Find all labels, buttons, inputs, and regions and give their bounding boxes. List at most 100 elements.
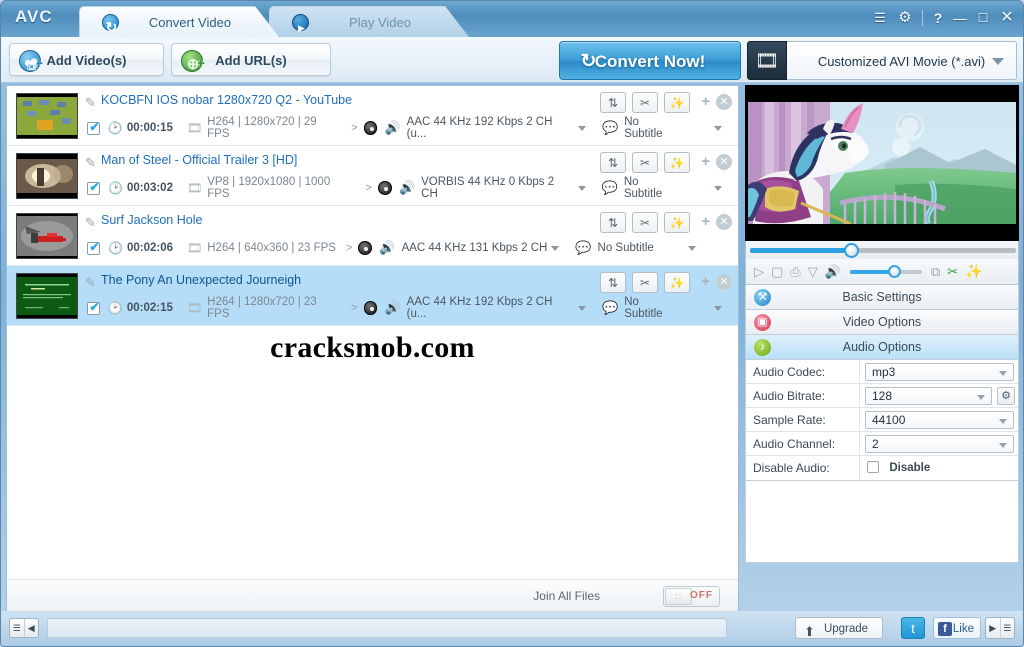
- speaker-icon: 🔊: [398, 180, 416, 195]
- effect-row-icon[interactable]: ✨: [664, 212, 690, 233]
- rename-icon[interactable]: ✎: [85, 155, 100, 170]
- tab-play-video[interactable]: Play Video: [269, 6, 469, 37]
- clock-icon: 🕑: [108, 241, 123, 255]
- add-row-icon[interactable]: +: [701, 94, 710, 109]
- sample-rate-select[interactable]: 44100: [865, 411, 1014, 429]
- audio-dropdown-icon[interactable]: [578, 305, 587, 311]
- collapse-left-icon[interactable]: ◀: [25, 619, 39, 637]
- cut-row-icon[interactable]: ✂: [632, 152, 658, 173]
- audio-dropdown-icon[interactable]: [578, 125, 587, 131]
- audio-dropdown-icon[interactable]: [551, 245, 560, 251]
- remove-row-icon[interactable]: ✕: [716, 274, 732, 290]
- toggle-state-label: OFF: [690, 590, 713, 601]
- subtitle-dropdown-icon[interactable]: [714, 185, 723, 191]
- audio-codec-select[interactable]: mp3: [865, 363, 1014, 381]
- convert-row-icon[interactable]: ⇅: [600, 92, 626, 113]
- file-title[interactable]: KOCBFN IOS nobar 1280x720 Q2 - YouTube: [101, 93, 352, 107]
- list-icon[interactable]: ☰: [872, 8, 888, 28]
- play-icon[interactable]: ▷: [754, 264, 764, 280]
- audio-bitrate-select[interactable]: 128: [865, 387, 992, 405]
- audio-codec-label: Audio Codec:: [746, 360, 860, 383]
- file-checkbox[interactable]: [87, 180, 101, 195]
- film-icon: 🎞: [187, 241, 203, 255]
- table-row[interactable]: ✎ KOCBFN IOS nobar 1280x720 Q2 - YouTube…: [7, 86, 738, 146]
- volume-icon[interactable]: 🔊: [825, 264, 841, 280]
- rename-icon[interactable]: ✎: [85, 215, 100, 230]
- convert-row-icon[interactable]: ⇅: [600, 272, 626, 293]
- expand-right-icon[interactable]: ▶: [986, 618, 1001, 638]
- seek-track[interactable]: [750, 248, 1016, 253]
- join-all-files-toggle[interactable]: ∷ OFF: [663, 586, 720, 607]
- file-list[interactable]: ✎ KOCBFN IOS nobar 1280x720 Q2 - YouTube…: [7, 86, 738, 580]
- seek-handle[interactable]: [844, 243, 859, 258]
- stop-icon[interactable]: ▢: [771, 264, 783, 280]
- effect-row-icon[interactable]: ✨: [664, 152, 690, 173]
- gear-icon[interactable]: ⚙: [897, 8, 913, 28]
- right-panel-toggle[interactable]: ▶ ☰: [985, 617, 1015, 639]
- add-video-button[interactable]: + Add Video(s): [9, 43, 164, 82]
- section-basic-settings[interactable]: ⚒ Basic Settings: [745, 285, 1019, 310]
- table-row[interactable]: ✎ Surf Jackson Hole 🕑 00:02:06 🎞 H264 | …: [7, 206, 738, 266]
- volume-handle[interactable]: [887, 264, 901, 278]
- disable-audio-checkbox[interactable]: [867, 461, 879, 473]
- table-row[interactable]: ✎ Man of Steel - Official Trailer 3 [HD]…: [7, 146, 738, 206]
- snapshot-icon[interactable]: ⎙: [790, 264, 800, 280]
- menu-icon[interactable]: ☰: [10, 619, 25, 637]
- tab-convert-video[interactable]: Convert Video: [79, 6, 279, 37]
- effect-row-icon[interactable]: ✨: [664, 272, 690, 293]
- cut-row-icon[interactable]: ✂: [632, 212, 658, 233]
- close-icon[interactable]: ✕: [999, 8, 1015, 28]
- snapshot-menu-icon[interactable]: ▽: [808, 264, 818, 280]
- left-panel-toggle[interactable]: ☰ ◀: [9, 618, 39, 638]
- file-checkbox[interactable]: [87, 240, 101, 255]
- cut-row-icon[interactable]: ✂: [632, 92, 658, 113]
- menu-icon[interactable]: ☰: [1001, 618, 1015, 638]
- upgrade-button[interactable]: ⬆ Upgrade: [795, 617, 883, 639]
- rename-icon[interactable]: ✎: [85, 275, 100, 290]
- fullscreen-icon[interactable]: ⧉: [931, 264, 940, 280]
- video-preview[interactable]: [745, 85, 1019, 241]
- audio-dropdown-icon[interactable]: [577, 185, 586, 191]
- audio-bitrate-settings-gear-icon[interactable]: ⚙: [997, 387, 1015, 405]
- convert-now-button[interactable]: ↻ Convert Now!: [559, 41, 741, 80]
- remove-row-icon[interactable]: ✕: [716, 94, 732, 110]
- film-icon: 🎞: [186, 121, 203, 135]
- rename-icon[interactable]: ✎: [85, 95, 100, 110]
- subtitle-dropdown-icon[interactable]: [687, 245, 696, 251]
- convert-row-icon[interactable]: ⇅: [600, 152, 626, 173]
- remove-row-icon[interactable]: ✕: [716, 154, 732, 170]
- seek-bar[interactable]: [745, 241, 1019, 259]
- add-row-icon[interactable]: +: [701, 154, 710, 169]
- remove-row-icon[interactable]: ✕: [716, 214, 732, 230]
- convert-row-icon[interactable]: ⇅: [600, 212, 626, 233]
- file-title[interactable]: Man of Steel - Official Trailer 3 [HD]: [101, 153, 297, 167]
- facebook-like-button[interactable]: f Like: [933, 617, 981, 639]
- subtitle-value: No Subtitle: [623, 176, 663, 200]
- help-icon[interactable]: ?: [932, 8, 944, 28]
- effect-row-icon[interactable]: ✨: [664, 92, 690, 113]
- table-row[interactable]: ✎ The Pony An Unexpected Journeigh 🕑 00:…: [7, 266, 738, 326]
- section-video-options[interactable]: ▣ Video Options: [745, 310, 1019, 335]
- minimize-icon[interactable]: —: [953, 8, 967, 28]
- output-profile-select[interactable]: Customized AVI Movie (*.avi): [787, 41, 1017, 80]
- file-checkbox[interactable]: [87, 300, 101, 315]
- subtitle-value: No Subtitle: [597, 242, 654, 254]
- trim-icon[interactable]: ✂: [947, 264, 958, 280]
- add-row-icon[interactable]: +: [701, 274, 710, 289]
- subtitle-dropdown-icon[interactable]: [714, 305, 722, 311]
- maximize-icon[interactable]: ☐: [976, 8, 990, 28]
- file-checkbox[interactable]: [87, 120, 101, 135]
- file-title[interactable]: The Pony An Unexpected Journeigh: [101, 273, 301, 287]
- effect-icon[interactable]: ✨: [965, 263, 982, 280]
- file-title[interactable]: Surf Jackson Hole: [101, 213, 202, 227]
- subtitle-dropdown-icon[interactable]: [714, 125, 722, 131]
- cut-row-icon[interactable]: ✂: [632, 272, 658, 293]
- twitter-button[interactable]: t: [901, 617, 925, 639]
- add-url-button[interactable]: + Add URL(s): [171, 43, 331, 81]
- section-audio-options[interactable]: ♪ Audio Options: [745, 335, 1019, 360]
- audio-channel-select[interactable]: 2: [865, 435, 1014, 453]
- add-row-icon[interactable]: +: [701, 214, 710, 229]
- chevron-right-icon: >: [365, 182, 372, 194]
- audio-options-form: Audio Codec: mp3 Audio Bitrate: 128 ⚙ Sa…: [745, 360, 1019, 481]
- volume-slider[interactable]: [849, 264, 922, 278]
